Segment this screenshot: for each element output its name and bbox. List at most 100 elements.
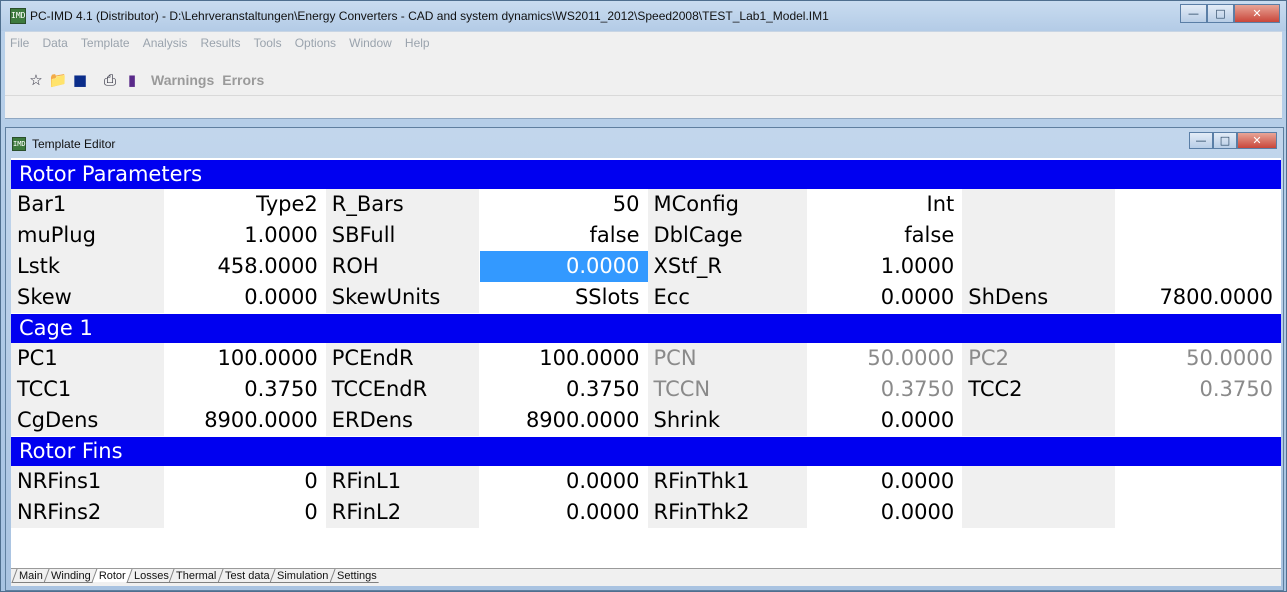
tab-label: Rotor <box>98 570 126 582</box>
param-label: TCC1 <box>11 374 165 405</box>
param-label: NRFins2 <box>11 497 165 528</box>
param-value[interactable] <box>1116 251 1281 282</box>
tab-losses[interactable]: Losses <box>125 569 175 583</box>
main-window: IMD PC-IMD 4.1 (Distributor) - D:\Lehrve… <box>0 0 1287 592</box>
param-label: TCC2 <box>962 374 1117 405</box>
param-value[interactable]: Int <box>808 189 963 220</box>
new-icon[interactable]: ☆ <box>25 70 47 90</box>
param-value[interactable]: 7800.0000 <box>1116 282 1281 313</box>
title-bar[interactable]: IMD PC-IMD 4.1 (Distributor) - D:\Lehrve… <box>1 1 1286 31</box>
tab-thermal[interactable]: Thermal <box>168 569 224 583</box>
param-label: Shrink <box>647 405 809 436</box>
param-value[interactable]: 0.0000 <box>164 282 326 313</box>
param-value[interactable]: 1.0000 <box>164 220 326 251</box>
menu-help[interactable]: Help <box>400 33 433 50</box>
param-label <box>962 466 1117 497</box>
open-folder-icon[interactable]: 📁 <box>47 70 69 90</box>
param-value[interactable]: 50 <box>479 189 648 220</box>
param-value[interactable]: 8900.0000 <box>479 405 648 436</box>
param-value[interactable]: 50.0000 <box>1116 343 1281 374</box>
param-value[interactable]: 0.0000 <box>479 466 648 497</box>
template-editor-title-bar[interactable]: IMD Template Editor — □ ✕ <box>6 128 1283 160</box>
editor-minimize-button[interactable]: — <box>1189 132 1213 149</box>
tab-settings[interactable]: Settings <box>329 569 384 583</box>
param-value[interactable]: 0.0000 <box>479 497 648 528</box>
status-strip <box>5 95 1282 119</box>
section-rotor-fins: Rotor Fins <box>11 437 1281 466</box>
save-icon[interactable]: ■ <box>69 70 91 90</box>
menu-template[interactable]: Template <box>76 33 133 50</box>
param-value[interactable]: 0.3750 <box>1116 374 1281 405</box>
param-value[interactable]: 0 <box>164 466 326 497</box>
param-label: SBFull <box>325 220 480 251</box>
param-value-selected[interactable]: 0.0000 <box>479 251 648 282</box>
menu-options[interactable]: Options <box>290 33 339 50</box>
param-value[interactable] <box>1116 497 1281 528</box>
menu-bar: File Data Template Analysis Results Tool… <box>5 31 1282 65</box>
param-label: ShDens <box>962 282 1117 313</box>
param-value[interactable]: 0.0000 <box>808 282 963 313</box>
warnings-button[interactable]: Warnings <box>151 72 214 88</box>
tab-label: Winding <box>50 570 91 582</box>
menu-window[interactable]: Window <box>344 33 395 50</box>
param-value[interactable]: SSlots <box>479 282 648 313</box>
param-label: TCCEndR <box>325 374 480 405</box>
param-label: RFinThk1 <box>647 466 809 497</box>
table-row: muPlug 1.0000 SBFull false DblCage false <box>11 220 1281 251</box>
param-value[interactable]: 0.0000 <box>808 405 963 436</box>
param-value[interactable]: 0.0000 <box>808 497 963 528</box>
editor-window-controls: — □ ✕ <box>1189 132 1277 149</box>
menu-results[interactable]: Results <box>195 33 243 50</box>
parameter-grid: Rotor Parameters Bar1 Type2 R_Bars 50 MC… <box>11 158 1281 568</box>
tab-rotor[interactable]: Rotor <box>91 569 132 582</box>
param-value[interactable]: false <box>479 220 648 251</box>
param-value[interactable]: 50.0000 <box>808 343 963 374</box>
editor-app-icon: IMD <box>12 137 26 151</box>
editor-close-button[interactable]: ✕ <box>1237 132 1277 149</box>
param-value[interactable]: 0.3750 <box>808 374 963 405</box>
param-value[interactable]: 100.0000 <box>164 343 326 374</box>
param-value[interactable] <box>1116 405 1281 436</box>
errors-button[interactable]: Errors <box>222 72 264 88</box>
param-label <box>962 405 1117 436</box>
menu-data[interactable]: Data <box>37 33 70 50</box>
param-label: ROH <box>325 251 480 282</box>
maximize-button[interactable]: □ <box>1207 4 1234 23</box>
param-value[interactable]: false <box>808 220 963 251</box>
tab-label: Settings <box>336 570 377 582</box>
param-value[interactable] <box>1116 189 1281 220</box>
data-icon[interactable]: ▮ <box>121 70 143 90</box>
param-label: SkewUnits <box>325 282 480 313</box>
table-row: CgDens 8900.0000 ERDens 8900.0000 Shrink… <box>11 405 1281 436</box>
menu-tools[interactable]: Tools <box>249 33 285 50</box>
menu-file[interactable]: File <box>5 33 32 50</box>
param-label: PCEndR <box>325 343 480 374</box>
param-label: MConfig <box>647 189 809 220</box>
param-label: muPlug <box>11 220 165 251</box>
print-icon[interactable]: ⎙ <box>99 70 121 90</box>
param-value[interactable]: 0.0000 <box>808 466 963 497</box>
template-editor-window: IMD Template Editor — □ ✕ Rotor Paramete… <box>5 127 1284 591</box>
param-value[interactable]: 8900.0000 <box>164 405 326 436</box>
tab-winding[interactable]: Winding <box>43 569 98 583</box>
editor-maximize-button[interactable]: □ <box>1213 132 1237 149</box>
minimize-button[interactable]: — <box>1180 4 1207 23</box>
close-button[interactable]: ✕ <box>1234 4 1280 23</box>
param-value[interactable]: 458.0000 <box>164 251 326 282</box>
param-label: RFinThk2 <box>647 497 809 528</box>
param-value[interactable]: 1.0000 <box>808 251 963 282</box>
param-label: NRFins1 <box>11 466 165 497</box>
menu-analysis[interactable]: Analysis <box>138 33 191 50</box>
param-value[interactable]: 0.3750 <box>164 374 326 405</box>
param-value[interactable]: 0 <box>164 497 326 528</box>
param-value[interactable] <box>1116 466 1281 497</box>
param-label: PC2 <box>962 343 1117 374</box>
param-label: PC1 <box>11 343 165 374</box>
param-value[interactable]: 100.0000 <box>479 343 648 374</box>
table-row: Skew 0.0000 SkewUnits SSlots Ecc 0.0000 … <box>11 282 1281 313</box>
param-value[interactable]: Type2 <box>164 189 326 220</box>
param-value[interactable] <box>1116 220 1281 251</box>
tab-test-data[interactable]: Test data <box>217 569 276 583</box>
param-value[interactable]: 0.3750 <box>479 374 648 405</box>
tab-simulation[interactable]: Simulation <box>269 569 336 583</box>
